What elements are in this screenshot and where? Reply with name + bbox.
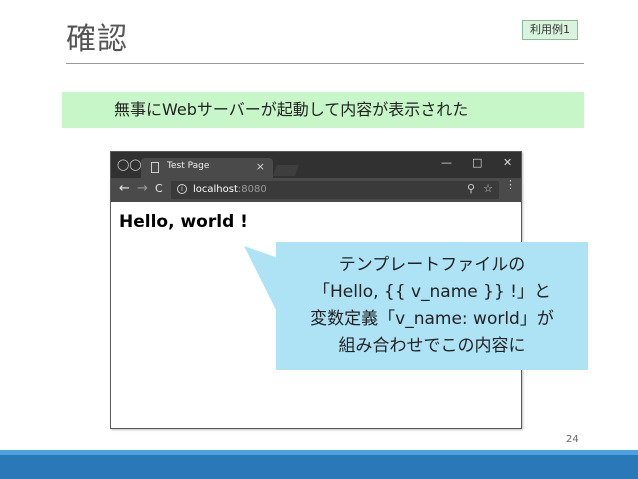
address-bar[interactable]: i localhost:8080 ⚲ ☆ (171, 181, 499, 199)
maximize-button[interactable]: □ (472, 156, 482, 169)
browser-toolbar: ← → C i localhost:8080 ⚲ ☆ ⋮ (111, 178, 521, 202)
tab-close-button[interactable]: × (256, 160, 265, 173)
zoom-icon[interactable]: ⚲ (467, 182, 475, 195)
back-button[interactable]: ← (119, 181, 130, 197)
close-window-button[interactable]: ✕ (503, 156, 512, 169)
new-tab-button[interactable] (272, 165, 300, 176)
incognito-icon: ◯◯ (117, 158, 142, 171)
title-divider (66, 63, 584, 64)
forward-button[interactable]: → (137, 181, 148, 197)
result-banner: 無事にWebサーバーが起動して内容が表示された (62, 92, 584, 128)
callout-line: 組み合わせでこの内容に (338, 336, 526, 356)
footer-bar (0, 455, 638, 479)
info-icon[interactable]: i (177, 184, 187, 194)
tab-title: Test Page (167, 161, 210, 171)
reload-button[interactable]: C (155, 181, 163, 197)
callout-line: 変数定義「v_name: world」が (310, 309, 554, 329)
browser-titlebar: ◯◯ Test Page × — □ ✕ (111, 152, 521, 178)
tab-test-page[interactable]: Test Page × (141, 158, 273, 178)
url-port: :8080 (237, 184, 267, 195)
star-icon[interactable]: ☆ (483, 182, 493, 195)
url-host: localhost (193, 184, 238, 195)
explanation-callout: テンプレートファイルの 「Hello, {{ v_name }} !」と 変数定… (276, 242, 588, 370)
minimize-button[interactable]: — (441, 156, 452, 169)
slide-title: 確認 (66, 22, 128, 57)
page-number: 24 (566, 434, 579, 445)
callout-line: 「Hello, {{ v_name }} !」と (313, 282, 551, 302)
url-text[interactable]: localhost:8080 (193, 184, 267, 195)
menu-icon[interactable]: ⋮ (505, 179, 516, 190)
page-heading: Hello, world ! (119, 212, 248, 232)
usage-tag: 利用例1 (522, 20, 578, 40)
callout-line: テンプレートファイルの (338, 255, 526, 275)
document-icon (151, 162, 159, 173)
